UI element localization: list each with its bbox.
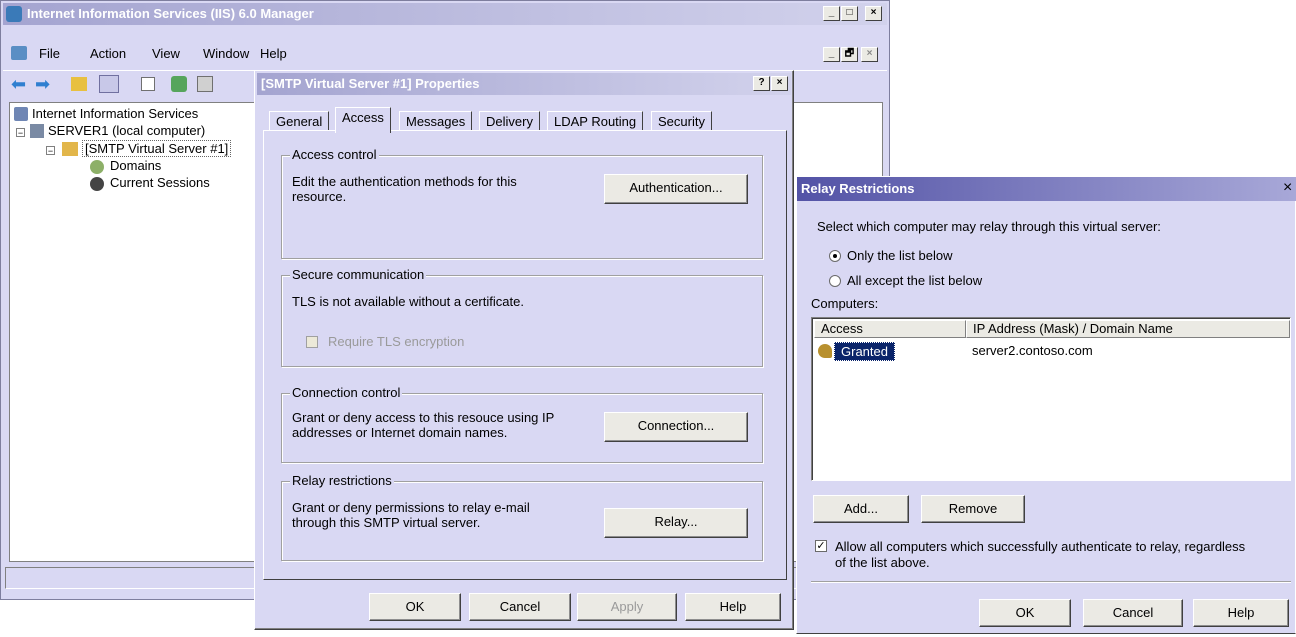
menu-view[interactable]: View: [152, 46, 180, 61]
show-tree-icon[interactable]: [99, 75, 119, 93]
properties-close-button[interactable]: ×: [771, 76, 788, 91]
tab-delivery[interactable]: Delivery: [479, 111, 540, 131]
tree-server[interactable]: SERVER1 (local computer): [48, 123, 205, 138]
connection-control-group: Connection control Grant or deny access …: [281, 385, 763, 463]
iis-app-icon: [6, 6, 22, 22]
relay-restrictions-label: Relay restrictions: [290, 473, 394, 488]
relay-cancel-button[interactable]: Cancel: [1083, 599, 1183, 627]
tab-messages[interactable]: Messages: [399, 111, 473, 131]
iis-window-title: Internet Information Services (IIS) 6.0 …: [27, 6, 314, 21]
secure-communication-group: Secure communication TLS is not availabl…: [281, 267, 763, 367]
properties-icon[interactable]: [141, 77, 155, 91]
relay-title-bar[interactable]: Relay Restrictions ×: [797, 177, 1296, 201]
back-arrow-icon[interactable]: ⬅: [11, 74, 26, 95]
menu-bar: File Action View Window Help _ 🗗 ×: [3, 42, 887, 68]
connection-button[interactable]: Connection...: [604, 412, 748, 442]
properties-dialog: [SMTP Virtual Server #1] Properties ? × …: [254, 70, 794, 630]
iis-title-bar[interactable]: Internet Information Services (IIS) 6.0 …: [3, 3, 887, 25]
all-except-radio[interactable]: [829, 275, 841, 287]
tab-security[interactable]: Security: [651, 111, 712, 131]
properties-title: [SMTP Virtual Server #1] Properties: [261, 76, 480, 91]
key-icon: [818, 344, 832, 358]
computers-label: Computers:: [811, 296, 879, 311]
tree-domains[interactable]: Domains: [110, 158, 161, 173]
only-list-label: Only the list below: [847, 248, 953, 263]
tab-ldap-routing[interactable]: LDAP Routing: [547, 111, 644, 131]
child-minimize-button[interactable]: _: [823, 47, 840, 62]
access-header-label: Access: [821, 321, 863, 336]
computers-list[interactable]: Access IP Address (Mask) / Domain Name G…: [811, 317, 1291, 481]
forward-arrow-icon[interactable]: ➡: [35, 74, 50, 95]
close-button[interactable]: ×: [865, 6, 882, 21]
connection-control-label: Connection control: [290, 385, 403, 400]
row-address: server2.contoso.com: [972, 343, 1093, 358]
tls-text: TLS is not available without a certifica…: [292, 294, 524, 309]
column-header-address[interactable]: IP Address (Mask) / Domain Name: [966, 320, 1290, 338]
properties-ok-button[interactable]: OK: [369, 593, 461, 621]
properties-help-button[interactable]: Help: [685, 593, 781, 621]
allow-authenticated-checkbox[interactable]: ✓: [815, 540, 827, 552]
relay-button[interactable]: Relay...: [604, 508, 748, 538]
menu-help[interactable]: Help: [260, 46, 287, 61]
relay-instruction: Select which computer may relay through …: [817, 219, 1161, 234]
iis-root-icon: [14, 107, 28, 121]
domains-icon: [90, 160, 104, 174]
relay-text: Grant or deny permissions to relay e-mai…: [292, 500, 530, 530]
allow-authenticated-line1: Allow all computers which successfully a…: [835, 539, 1246, 554]
tree-root[interactable]: Internet Information Services: [32, 106, 198, 121]
help-title-button[interactable]: ?: [753, 76, 770, 91]
refresh-icon[interactable]: [171, 76, 187, 92]
sessions-icon: [90, 177, 104, 191]
server-icon: [30, 124, 44, 138]
column-header-access[interactable]: Access: [814, 320, 966, 338]
access-control-label: Access control: [290, 147, 379, 162]
relay-ok-button[interactable]: OK: [979, 599, 1071, 627]
up-folder-icon[interactable]: [71, 77, 87, 91]
properties-cancel-button[interactable]: Cancel: [469, 593, 571, 621]
menu-file[interactable]: File: [39, 46, 60, 61]
expand-server-icon[interactable]: −: [16, 128, 25, 138]
export-icon[interactable]: [197, 76, 213, 92]
access-control-text: Edit the authentication methods for this…: [292, 174, 517, 204]
child-restore-button[interactable]: 🗗: [841, 47, 858, 62]
allow-authenticated-line2: of the list above.: [835, 555, 930, 570]
mmc-icon: [11, 46, 27, 60]
relay-restrictions-group: Relay restrictions Grant or deny permiss…: [281, 473, 763, 561]
tree-smtp[interactable]: [SMTP Virtual Server #1]: [82, 140, 232, 157]
require-tls-checkbox[interactable]: [306, 336, 318, 348]
tab-access[interactable]: Access: [335, 107, 391, 133]
row-access: Granted: [834, 342, 895, 361]
connection-text: Grant or deny access to this resouce usi…: [292, 410, 555, 440]
remove-button[interactable]: Remove: [921, 495, 1025, 523]
tree-pane: Internet Information Services − SERVER1 …: [9, 102, 259, 562]
menu-window[interactable]: Window: [203, 46, 249, 61]
require-tls-label: Require TLS encryption: [328, 334, 465, 349]
tree-sessions[interactable]: Current Sessions: [110, 175, 210, 190]
secure-communication-label: Secure communication: [290, 267, 427, 282]
minimize-button[interactable]: _: [823, 6, 840, 21]
child-close-button[interactable]: ×: [861, 47, 878, 62]
maximize-button[interactable]: □: [841, 6, 858, 21]
relay-dialog: Relay Restrictions × Select which comput…: [796, 176, 1296, 634]
expand-smtp-icon[interactable]: −: [46, 146, 55, 156]
relay-divider: [811, 581, 1291, 583]
relay-help-button[interactable]: Help: [1193, 599, 1289, 627]
all-except-label: All except the list below: [847, 273, 983, 288]
relay-title: Relay Restrictions: [801, 181, 915, 196]
authentication-button[interactable]: Authentication...: [604, 174, 748, 204]
properties-apply-button[interactable]: Apply: [577, 593, 677, 621]
only-list-radio[interactable]: [829, 250, 841, 262]
address-header-label: IP Address (Mask) / Domain Name: [973, 321, 1173, 336]
tab-general[interactable]: General: [269, 111, 330, 131]
properties-title-bar[interactable]: [SMTP Virtual Server #1] Properties ? ×: [257, 73, 791, 95]
relay-close-icon[interactable]: ×: [1283, 179, 1292, 197]
menu-action[interactable]: Action: [90, 46, 126, 61]
add-button[interactable]: Add...: [813, 495, 909, 523]
access-control-group: Access control Edit the authentication m…: [281, 147, 763, 259]
smtp-icon: [62, 142, 78, 156]
tab-strip: General Access Messages Delivery LDAP Ro…: [269, 107, 779, 133]
table-row[interactable]: Granted server2.contoso.com: [814, 342, 1290, 361]
